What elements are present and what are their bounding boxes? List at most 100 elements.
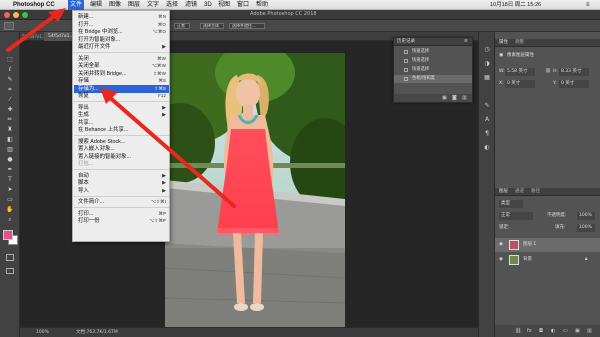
camera-icon[interactable]: ◙: [452, 95, 457, 101]
swatches-panel-icon[interactable]: ▦: [483, 74, 491, 82]
link-icon[interactable]: ⛓: [545, 68, 551, 76]
new-document-icon[interactable]: ▣: [442, 95, 447, 101]
marquee-tool-icon[interactable]: ⬚: [6, 56, 14, 64]
gradient-tool-icon[interactable]: ▥: [6, 146, 14, 154]
close-window-button[interactable]: [4, 12, 10, 18]
mode-select[interactable]: 正常: [174, 23, 190, 29]
fill-field[interactable]: 100%: [577, 224, 595, 232]
adjustments-panel-icon[interactable]: ◐: [483, 144, 491, 152]
adjustment-layer-icon[interactable]: ◐: [551, 328, 555, 334]
trash-icon[interactable]: ▥: [462, 95, 467, 101]
menu-help[interactable]: 帮助: [256, 1, 268, 9]
tool-preset-picker[interactable]: [4, 22, 14, 30]
select-subject-button[interactable]: 选择主体: [200, 23, 224, 29]
history-row[interactable]: 快速选择: [394, 57, 472, 65]
menu-3d[interactable]: 3D: [204, 1, 212, 9]
zoom-window-button[interactable]: [22, 12, 28, 18]
path-select-tool-icon[interactable]: ➤: [6, 186, 14, 194]
quick-select-history-icon: [404, 68, 408, 72]
dodge-tool-icon[interactable]: ●: [6, 156, 14, 164]
select-mask-button[interactable]: 选择并遮住...: [229, 23, 265, 29]
menu-app-name[interactable]: Photoshop CC: [13, 1, 55, 9]
history-row[interactable]: 快速选择: [394, 48, 472, 56]
lasso-tool-icon[interactable]: ℓ: [6, 66, 14, 74]
screen-mode-icon[interactable]: [6, 268, 14, 274]
layer-style-icon[interactable]: fx: [527, 328, 532, 334]
color-panel-icon[interactable]: ◑: [483, 60, 491, 68]
pen-tool-icon[interactable]: ✒: [6, 166, 14, 174]
history-panel-icon[interactable]: ◷: [483, 46, 491, 54]
layer-kind-filter[interactable]: 类型: [499, 200, 523, 208]
opacity-field[interactable]: 100%: [577, 212, 595, 220]
hand-tool-icon[interactable]: ✋: [6, 206, 14, 214]
delete-layer-icon[interactable]: ▥: [587, 328, 592, 334]
layer-row-selected[interactable]: ◉ 图层 1: [495, 238, 600, 252]
lock-label: 锁定:: [499, 225, 510, 230]
tab-layers[interactable]: 图层: [499, 188, 508, 196]
menu-edit[interactable]: 编辑: [90, 1, 102, 9]
brush-panel-icon[interactable]: ✎: [483, 102, 491, 110]
minimize-window-button[interactable]: [13, 12, 19, 18]
menu-item[interactable]: 在 Behance 上共享...: [74, 126, 169, 134]
tab-paths[interactable]: 路径: [531, 188, 540, 196]
menu-item[interactable]: 导入 ▶: [74, 187, 169, 195]
menubar-list-icon[interactable]: ≡: [586, 1, 590, 9]
menu-item-shortcut: ⌥⇧⌘P: [149, 218, 166, 223]
mac-menu-bar: Photoshop CC 文件 编辑 图像 图层 文字 选择 滤镜 3D 视图 …: [0, 0, 600, 10]
healing-brush-tool-icon[interactable]: ✚: [6, 106, 14, 114]
zoom-level[interactable]: 100%: [36, 328, 49, 337]
group-icon[interactable]: ▭: [563, 328, 568, 334]
menu-type[interactable]: 文字: [147, 1, 159, 9]
layer-name[interactable]: 图层 1: [523, 238, 536, 252]
eyedropper-tool-icon[interactable]: ⁄: [6, 96, 14, 104]
y-field[interactable]: 0 英寸: [559, 80, 589, 88]
panel-menu-icon[interactable]: ≡: [464, 38, 468, 46]
x-field[interactable]: 0 英寸: [505, 80, 535, 88]
menu-item[interactable]: 打包...: [74, 160, 169, 168]
height-field[interactable]: 8.33 英寸: [559, 68, 589, 76]
menu-select[interactable]: 选择: [166, 1, 178, 9]
quick-select-tool-icon[interactable]: ✎: [6, 76, 14, 84]
menu-image[interactable]: 图像: [109, 1, 121, 9]
blend-mode-select[interactable]: 正常: [499, 212, 533, 220]
menu-file[interactable]: 文件: [68, 0, 85, 10]
menu-item[interactable]: 恢复 F12: [74, 92, 169, 100]
menu-item[interactable]: 打印一份 ⌥⇧⌘P: [74, 217, 169, 225]
visibility-eye-icon[interactable]: ◉: [499, 238, 503, 252]
tab-channels[interactable]: 通道: [515, 188, 524, 196]
tab-adjustments[interactable]: 调整: [515, 39, 524, 47]
history-panel: 历史记录 ≡ 快速选择 快速选择 快速选择 色相/饱和度 ▣ ◙ ▥: [393, 37, 473, 103]
crop-tool-icon[interactable]: ⌗: [6, 86, 14, 94]
menu-view[interactable]: 视图: [218, 1, 230, 9]
menu-item[interactable]: 文件简介... ⌥⇧⌘I: [74, 198, 169, 206]
history-panel-title[interactable]: 历史记录: [397, 38, 415, 46]
document-size[interactable]: 文档:763.7K/1.67M: [76, 328, 118, 337]
layer-row[interactable]: ◉ 背景 🔒︎: [495, 253, 600, 267]
foreground-color-swatch[interactable]: [3, 230, 13, 240]
eraser-tool-icon[interactable]: ◧: [6, 136, 14, 144]
document-canvas-photo[interactable]: [165, 53, 345, 327]
layer-name[interactable]: 背景: [523, 253, 532, 267]
paragraph-panel-icon[interactable]: ¶: [483, 130, 491, 138]
menu-filter[interactable]: 滤镜: [185, 1, 197, 9]
tab-properties[interactable]: 属性: [499, 39, 508, 47]
menu-item[interactable]: 最近打开文件 ▶: [74, 43, 169, 51]
clone-stamp-tool-icon[interactable]: ♜: [6, 126, 14, 134]
width-field[interactable]: 5.58 英寸: [505, 68, 535, 76]
history-row[interactable]: 快速选择: [394, 66, 472, 74]
menubar-clock: 10月18日 周二 15:26: [490, 2, 542, 8]
link-layers-icon[interactable]: ⛓: [515, 328, 521, 334]
menu-window[interactable]: 窗口: [237, 1, 249, 9]
quick-mask-icon[interactable]: [6, 254, 14, 261]
history-row-selected[interactable]: 色相/饱和度: [394, 75, 472, 83]
zoom-tool-icon[interactable]: ⌕: [6, 216, 14, 224]
brush-tool-icon[interactable]: ✏: [6, 116, 14, 124]
move-tool-icon[interactable]: ✥: [6, 46, 14, 54]
type-tool-icon[interactable]: T: [6, 176, 14, 184]
character-panel-icon[interactable]: A: [483, 116, 491, 124]
shape-tool-icon[interactable]: ▭: [6, 196, 14, 204]
new-layer-icon[interactable]: ▣: [575, 328, 580, 334]
layer-mask-icon[interactable]: ◘: [539, 328, 543, 334]
visibility-eye-icon[interactable]: ◉: [499, 253, 503, 267]
menu-layer[interactable]: 图层: [128, 1, 140, 9]
